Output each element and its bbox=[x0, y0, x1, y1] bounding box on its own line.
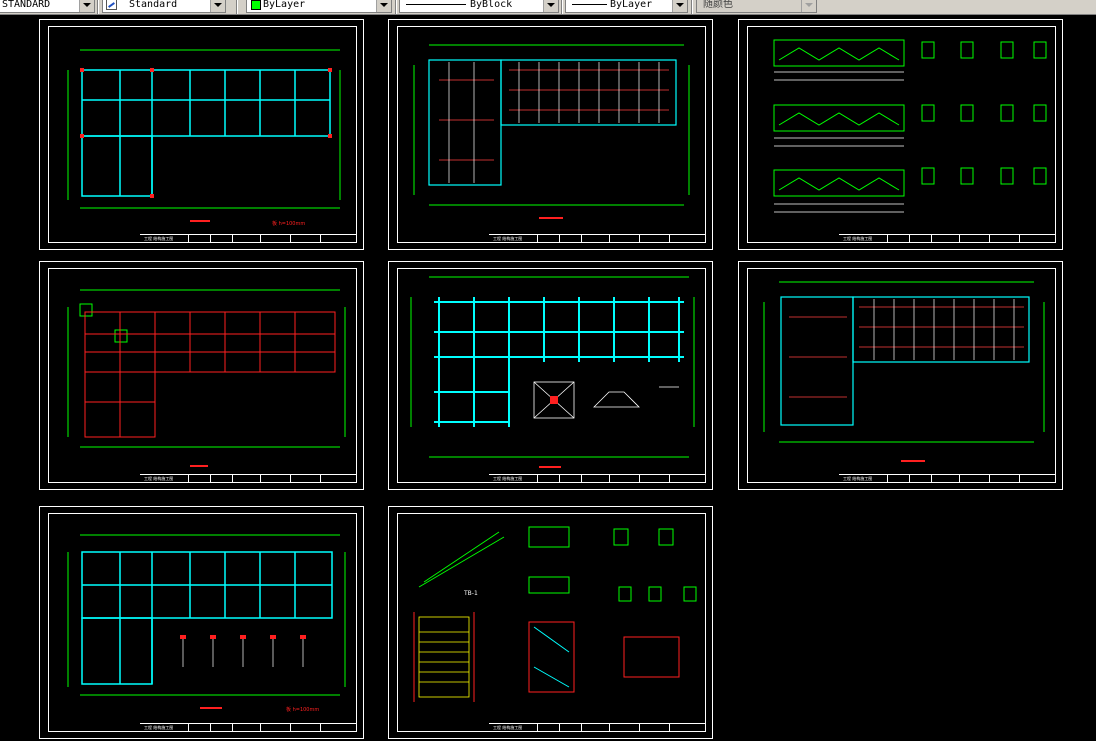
toolbar-separator bbox=[561, 0, 563, 14]
toolbar-separator bbox=[97, 0, 99, 14]
title-block: 工程 结构施工图 bbox=[839, 234, 1056, 243]
plot-style-value: 随颜色 bbox=[703, 0, 733, 10]
floor-plan-2-drawing: 板 h=100mm bbox=[67, 534, 346, 713]
chevron-down-icon[interactable] bbox=[376, 0, 391, 12]
slab-note: 板 h=100mm bbox=[286, 706, 319, 713]
linetype-sample bbox=[406, 4, 466, 5]
chevron-down-icon[interactable] bbox=[543, 0, 558, 12]
title-block-label: 工程 结构施工图 bbox=[144, 236, 174, 241]
dim-style-value: Standard bbox=[129, 0, 178, 10]
sheet-foundation-plan[interactable]: 工程 结构施工图 bbox=[388, 261, 713, 490]
toolbar-separator bbox=[236, 0, 238, 14]
beam-plan-2-drawing bbox=[763, 281, 1045, 462]
lineweight-dropdown[interactable]: ByLayer bbox=[565, 0, 688, 13]
sheet-floor-plan-2[interactable]: 板 h=100mm 工程 结构施工图 bbox=[39, 506, 364, 739]
text-style-dropdown[interactable]: STANDARD bbox=[0, 0, 95, 13]
title-block: 工程 结构施工图 bbox=[140, 234, 357, 243]
text-style-value: STANDARD bbox=[2, 0, 51, 10]
sheet-beam-reinforcement-plan-2[interactable]: 工程 结构施工图 bbox=[738, 261, 1063, 490]
toolbar-separator bbox=[691, 0, 693, 14]
slab-note: 板 h=100mm bbox=[272, 220, 305, 227]
lineweight-sample bbox=[572, 4, 607, 5]
sheet-floor-plan-1[interactable]: 板 h=100mm 工程 结构施工图 bbox=[39, 19, 364, 250]
linetype-value: ByBlock bbox=[470, 0, 513, 10]
title-block-label: 工程 结构施工图 bbox=[843, 476, 873, 481]
title-block-label: 工程 结构施工图 bbox=[144, 725, 174, 730]
title-block-label: 工程 结构施工图 bbox=[843, 236, 873, 241]
column-plan-drawing bbox=[67, 289, 346, 467]
chevron-down-icon[interactable] bbox=[210, 0, 225, 12]
title-block-label: 工程 结构施工图 bbox=[493, 236, 523, 241]
lineweight-value: ByLayer bbox=[610, 0, 653, 10]
beam-plan-drawing bbox=[413, 44, 690, 219]
sheet-stair-details[interactable]: TB-1 工程 结构施工图 bbox=[388, 506, 713, 739]
title-block-label: 工程 结构施工图 bbox=[493, 725, 523, 730]
chevron-down-icon bbox=[801, 0, 816, 12]
toolbar-separator bbox=[395, 0, 397, 14]
plot-style-dropdown: 随颜色 bbox=[696, 0, 817, 13]
stair-label: TB-1 bbox=[463, 590, 478, 597]
title-block-label: 工程 结构施工图 bbox=[144, 476, 174, 481]
beam-details-drawing bbox=[773, 39, 1047, 213]
color-value: ByLayer bbox=[263, 0, 306, 10]
title-block: 工程 结构施工图 bbox=[489, 723, 706, 732]
chevron-down-icon[interactable] bbox=[79, 0, 94, 12]
color-swatch-icon bbox=[251, 0, 261, 10]
dim-style-dropdown[interactable]: Standard bbox=[102, 0, 226, 13]
sheet-beam-reinforcement-plan[interactable]: 工程 结构施工图 bbox=[388, 19, 713, 250]
chevron-down-icon[interactable] bbox=[672, 0, 687, 12]
title-block: 工程 结构施工图 bbox=[140, 723, 357, 732]
sheet-beam-section-details[interactable]: 工程 结构施工图 bbox=[738, 19, 1063, 250]
title-block: 工程 结构施工图 bbox=[839, 474, 1056, 483]
title-block: 工程 结构施工图 bbox=[489, 234, 706, 243]
properties-toolbar: STANDARD Standard ByLayer ByBlock ByLaye… bbox=[0, 0, 1096, 15]
color-dropdown[interactable]: ByLayer bbox=[246, 0, 392, 13]
dimension-style-icon bbox=[106, 0, 117, 10]
floor-plan-drawing: 板 h=100mm bbox=[67, 49, 341, 227]
stair-details-drawing: TB-1 bbox=[413, 526, 697, 702]
title-block-label: 工程 结构施工图 bbox=[493, 476, 523, 481]
title-block: 工程 结构施工图 bbox=[140, 474, 357, 483]
sheet-column-layout-plan[interactable]: 工程 结构施工图 bbox=[39, 261, 364, 490]
linetype-dropdown[interactable]: ByBlock bbox=[399, 0, 559, 13]
title-block: 工程 结构施工图 bbox=[489, 474, 706, 483]
foundation-plan-drawing bbox=[410, 276, 695, 468]
